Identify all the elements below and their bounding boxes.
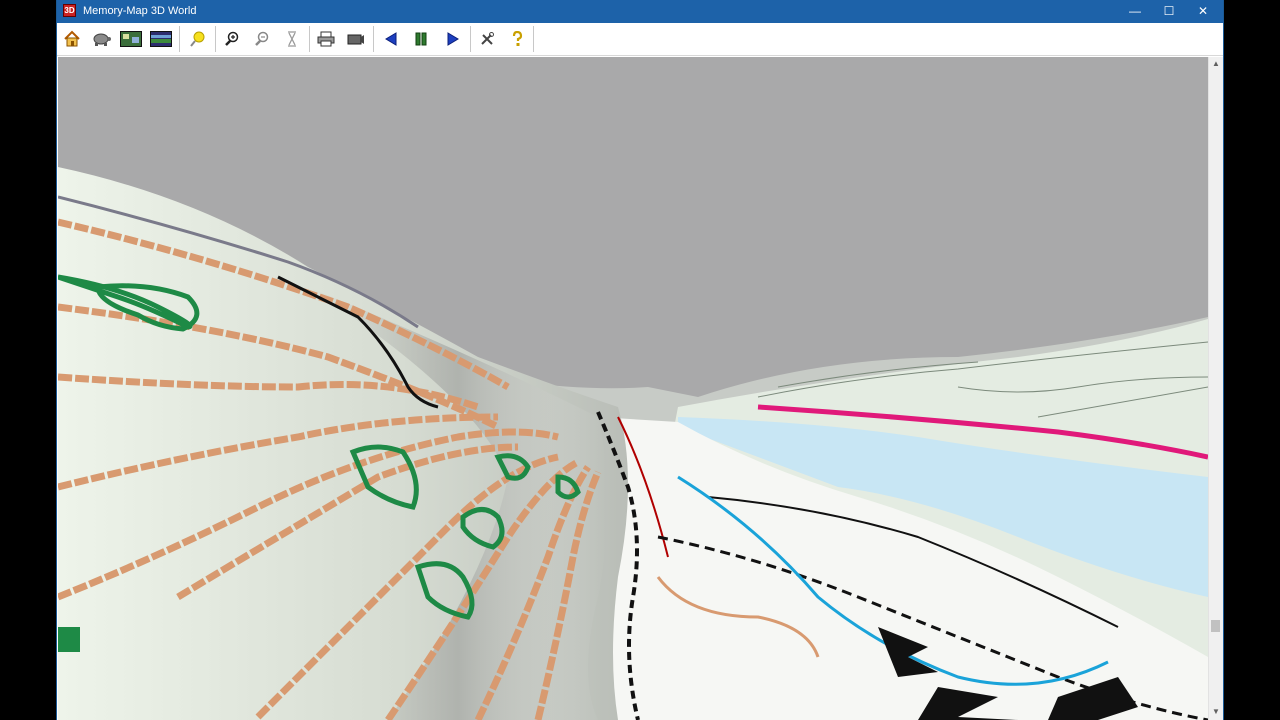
- play-right-icon: [447, 32, 459, 46]
- play-left-icon: [385, 32, 397, 46]
- zoom-in-icon: [225, 31, 239, 46]
- zoom-in-button[interactable]: [220, 28, 244, 50]
- settings-button[interactable]: [475, 28, 499, 50]
- zoom-out-button[interactable]: [250, 28, 274, 50]
- 3d-terrain-view[interactable]: [58, 57, 1208, 720]
- map-icon: [120, 31, 142, 47]
- forest-block: [58, 627, 80, 652]
- reverse-button[interactable]: [379, 28, 403, 50]
- title-bar[interactable]: 3D Memory-Map 3D World — ☐ ✕: [57, 0, 1223, 23]
- home-button[interactable]: [60, 28, 84, 50]
- printer-icon: [317, 31, 335, 47]
- camera-icon: [347, 34, 364, 45]
- help-icon: [512, 31, 523, 46]
- hourglass-icon: [288, 31, 296, 47]
- tortoise-button[interactable]: [89, 28, 113, 50]
- zoom-out-icon: [255, 31, 269, 46]
- panorama-icon: [150, 31, 172, 47]
- app-window: 3D Memory-Map 3D World — ☐ ✕ ▲ ▼: [56, 0, 1224, 720]
- scroll-down-arrow[interactable]: ▼: [1209, 705, 1223, 719]
- help-button[interactable]: [505, 28, 529, 50]
- sun-icon: [190, 31, 205, 47]
- tools-icon: [481, 32, 494, 45]
- pause-icon: [415, 32, 427, 46]
- window-title: Memory-Map 3D World: [83, 5, 197, 17]
- map-view-button[interactable]: [119, 28, 143, 50]
- scroll-thumb[interactable]: [1211, 620, 1220, 632]
- minimize-button[interactable]: —: [1120, 0, 1150, 23]
- terrain-rendering: [58, 57, 1208, 720]
- toolbar-separator: [470, 26, 471, 52]
- toolbar-separator: [373, 26, 374, 52]
- toolbar-separator: [179, 26, 180, 52]
- maximize-button[interactable]: ☐: [1154, 0, 1184, 23]
- tortoise-icon: [93, 33, 111, 46]
- sun-button[interactable]: [186, 28, 210, 50]
- app-icon[interactable]: 3D: [63, 4, 76, 17]
- panorama-button[interactable]: [149, 28, 173, 50]
- vertical-scrollbar[interactable]: ▲ ▼: [1208, 57, 1223, 720]
- toolbar-separator: [215, 26, 216, 52]
- toolbar: [57, 23, 1223, 56]
- toolbar-separator: [309, 26, 310, 52]
- toolbar-separator: [533, 26, 534, 52]
- pause-button[interactable]: [409, 28, 433, 50]
- export-button[interactable]: [344, 28, 368, 50]
- forward-button[interactable]: [441, 28, 465, 50]
- scroll-up-arrow[interactable]: ▲: [1209, 57, 1223, 71]
- close-button[interactable]: ✕: [1188, 0, 1218, 23]
- print-button[interactable]: [314, 28, 338, 50]
- home-icon: [64, 30, 80, 47]
- height-scale-button[interactable]: [280, 28, 304, 50]
